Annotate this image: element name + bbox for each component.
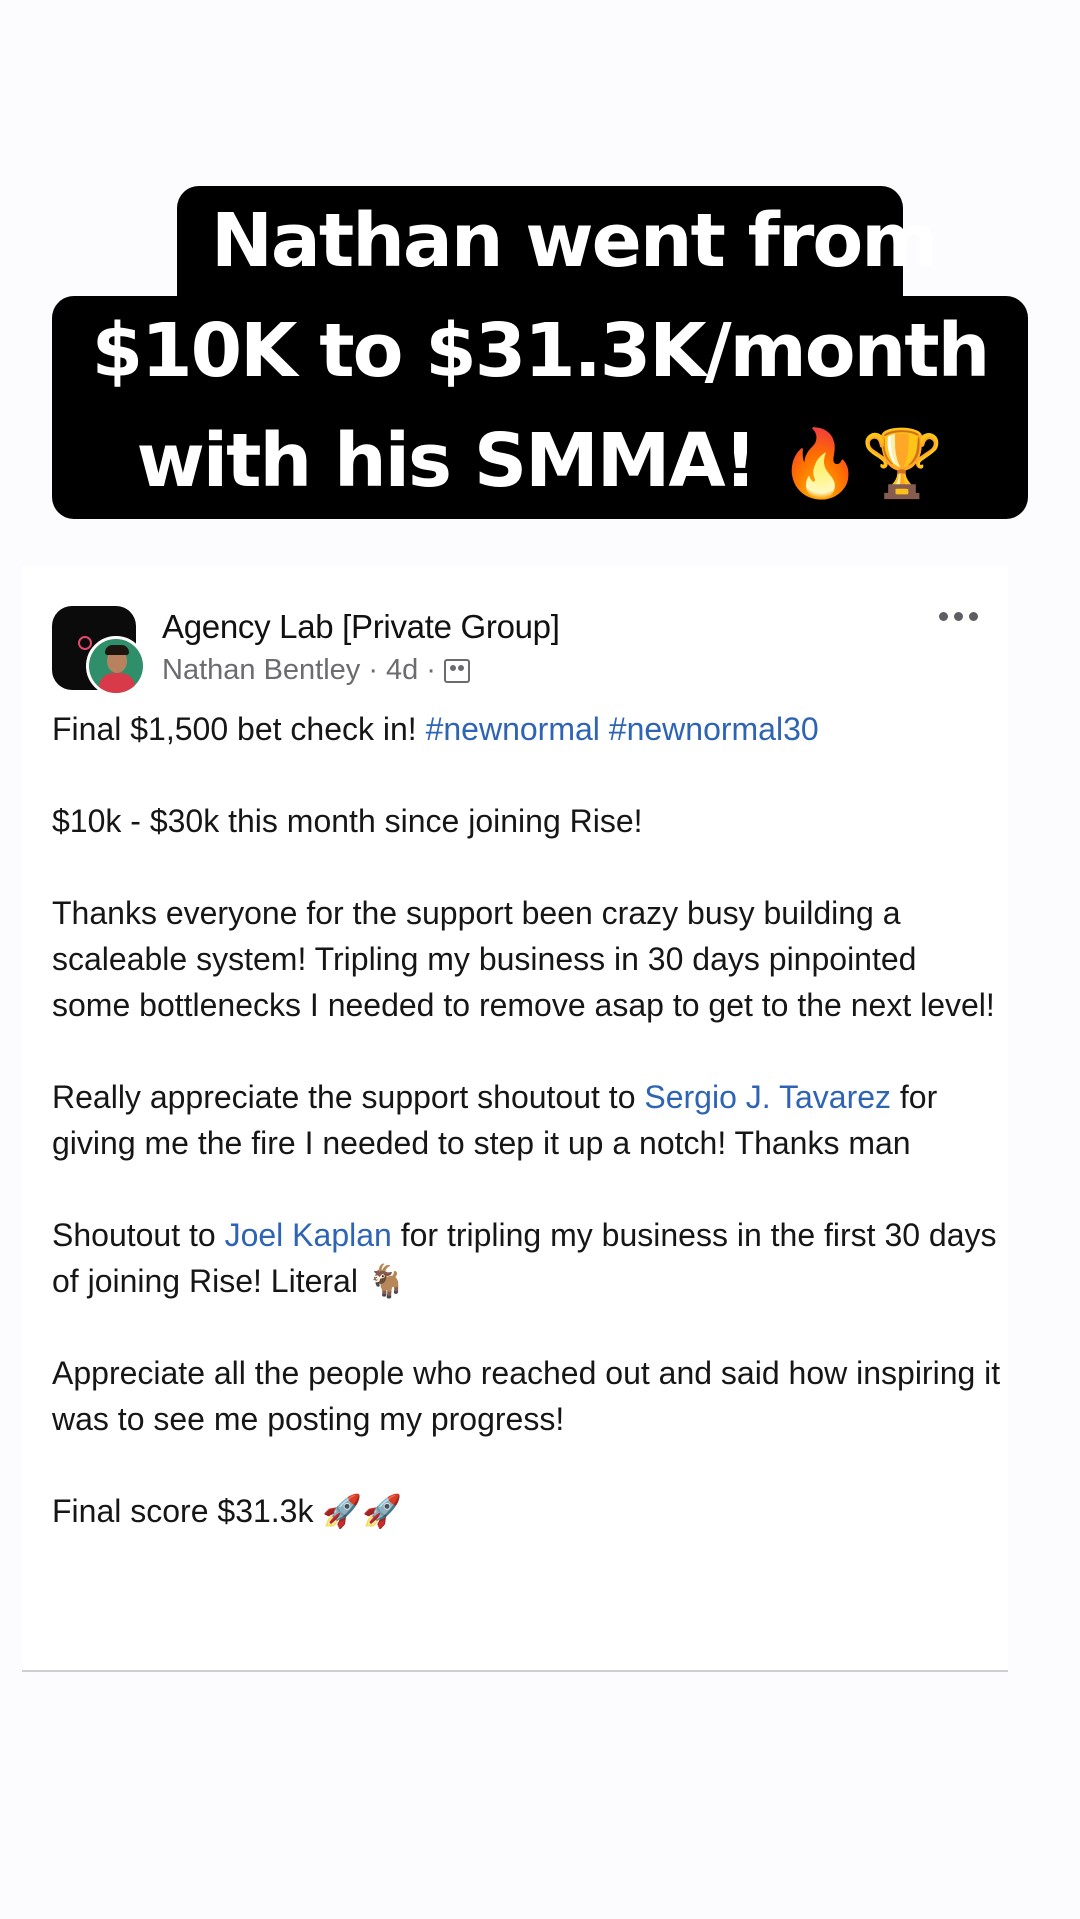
post-text: Final $1,500 bet check in! bbox=[52, 711, 417, 747]
author-avatar[interactable] bbox=[86, 636, 146, 696]
post-card: Agency Lab [Private Group] Nathan Bentle… bbox=[22, 566, 1008, 1672]
author-name-link[interactable]: Nathan Bentley bbox=[162, 654, 360, 687]
headline-line-3-text: with his SMMA! bbox=[136, 418, 757, 504]
mention-link[interactable]: Joel Kaplan bbox=[225, 1217, 392, 1253]
post-paragraph: Really appreciate the support shoutout t… bbox=[52, 1074, 1002, 1166]
meta-separator: · bbox=[368, 654, 378, 686]
hashtag-link[interactable]: #newnormal30 bbox=[609, 711, 819, 747]
post-paragraph: $10k - $30k this month since joining Ris… bbox=[52, 803, 643, 839]
post-body: Final $1,500 bet check in! #newnormal #n… bbox=[52, 706, 1002, 1534]
headline-emojis: 🔥🏆 bbox=[779, 425, 944, 502]
post-meta: Nathan Bentley · 4d · bbox=[162, 654, 470, 687]
headline-line-1: Nathan went from bbox=[177, 186, 938, 296]
post-paragraph: Final $1,500 bet check in! #newnormal #n… bbox=[52, 706, 1002, 752]
group-name-link[interactable]: Agency Lab [Private Group] bbox=[162, 608, 560, 646]
group-privacy-icon bbox=[443, 658, 470, 683]
post-text: Shoutout to bbox=[52, 1217, 216, 1253]
hashtag-link[interactable]: #newnormal bbox=[426, 711, 600, 747]
meta-separator: · bbox=[426, 654, 436, 686]
post-paragraph: Appreciate all the people who reached ou… bbox=[52, 1355, 1001, 1437]
post-paragraph: Thanks everyone for the support been cra… bbox=[52, 895, 995, 1023]
headline-line-2: $10K to $31.3K/month bbox=[52, 296, 1028, 406]
post-text: Really appreciate the support shoutout t… bbox=[52, 1079, 636, 1115]
mention-link[interactable]: Sergio J. Tavarez bbox=[644, 1079, 891, 1115]
post-paragraph: Final score $31.3k 🚀🚀 bbox=[52, 1493, 403, 1529]
post-paragraph: Shoutout to Joel Kaplan for tripling my … bbox=[52, 1212, 1002, 1304]
post-time[interactable]: 4d bbox=[386, 654, 418, 687]
headline-line-3: with his SMMA! 🔥🏆 bbox=[52, 406, 1028, 519]
headline-caption: Nathan went from $10K to $31.3K/month wi… bbox=[0, 186, 1080, 519]
more-options-icon[interactable] bbox=[928, 596, 988, 636]
